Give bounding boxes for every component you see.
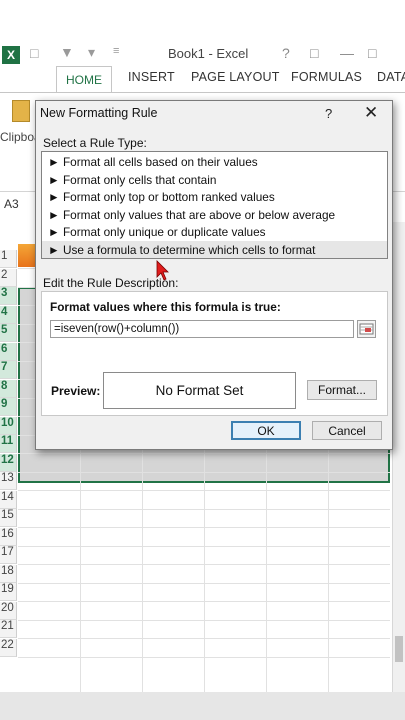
tab-insert[interactable]: INSERT [128,70,175,84]
tab-formulas[interactable]: FORMULAS [291,70,362,84]
row-header[interactable]: 20 [0,601,17,620]
filter-icon[interactable]: ▼ [60,44,74,60]
row-header[interactable]: 6 [0,342,17,361]
vertical-scrollbar[interactable] [392,222,405,692]
row-header[interactable]: 11 [0,435,17,453]
preview-text: No Format Set [155,383,244,398]
rule-type-item[interactable]: ► Format only top or bottom ranked value… [48,190,275,204]
row-header[interactable]: 19 [0,583,17,601]
minimize-icon[interactable]: — [340,45,354,61]
format-button[interactable]: Format... [307,380,377,400]
row-header[interactable]: 21 [0,620,17,638]
scrollbar-thumb[interactable] [395,636,403,662]
row-header[interactable]: 10 [0,416,17,435]
row-header[interactable]: 15 [0,509,17,527]
name-box[interactable]: A3 [0,195,40,217]
formula-label: Format values where this formula is true… [50,300,281,314]
customize-toolbar-icon[interactable]: ≡ [113,45,119,57]
rule-type-item[interactable]: ► Format all cells based on their values [48,155,258,169]
dialog-help-button[interactable]: ? [325,106,332,121]
row-header[interactable]: 4 [0,305,17,324]
tab-data[interactable]: DATA [377,70,405,84]
ribbon-options-icon[interactable]: □ [310,45,318,61]
row-header[interactable]: 5 [0,324,17,342]
row-header[interactable]: 7 [0,361,17,379]
rule-type-item[interactable]: ► Format only unique or duplicate values [48,225,266,239]
help-icon[interactable]: ? [282,45,290,61]
ok-button[interactable]: OK [231,421,301,440]
row-header[interactable]: 17 [0,546,17,564]
cancel-button[interactable]: Cancel [312,421,382,440]
row-header[interactable]: 12 [0,453,17,472]
dropdown-icon[interactable]: ▾ [88,44,95,61]
tab-page-layout[interactable]: PAGE LAYOUT [191,70,280,84]
range-select-icon [359,323,374,335]
preview-box: No Format Set [103,372,296,409]
close-icon[interactable]: ✕ [364,103,378,123]
maximize-icon[interactable]: □ [368,45,376,61]
row-header[interactable]: 8 [0,379,17,398]
row-header[interactable]: 13 [0,472,17,490]
title-bar [0,0,405,38]
row-header[interactable]: 22 [0,638,17,657]
collapse-dialog-button[interactable] [357,320,376,338]
formula-input[interactable] [50,320,354,338]
status-area [0,692,405,720]
cancel-button-label: Cancel [328,423,366,438]
tab-home[interactable]: HOME [56,66,112,93]
dialog-title: New Formatting Rule [40,106,158,120]
format-button-label: Format... [317,383,366,397]
preview-label: Preview: [51,384,101,398]
app-title: Book1 - Excel [168,46,249,61]
row-header[interactable]: 9 [0,398,17,416]
rule-type-item[interactable]: ► Format only values that are above or b… [48,208,335,222]
row-header[interactable]: 3 [0,287,17,305]
rule-type-item-selected[interactable]: ► Use a formula to determine which cells… [48,243,315,257]
row-header[interactable]: 1 [0,250,17,268]
select-rule-type-label: Select a Rule Type: [43,136,147,150]
ok-button-label: OK [257,423,275,438]
row-header[interactable]: 16 [0,527,17,546]
row-header[interactable]: 2 [0,268,17,287]
save-icon[interactable]: □ [30,45,38,61]
rule-type-item[interactable]: ► Format only cells that contain [48,173,216,187]
row-header[interactable]: 18 [0,564,17,583]
excel-logo-icon: X [2,46,20,64]
row-header[interactable]: 14 [0,490,17,509]
tab-label: HOME [66,73,102,87]
paste-icon[interactable] [12,100,30,122]
mouse-cursor-icon [156,260,169,281]
